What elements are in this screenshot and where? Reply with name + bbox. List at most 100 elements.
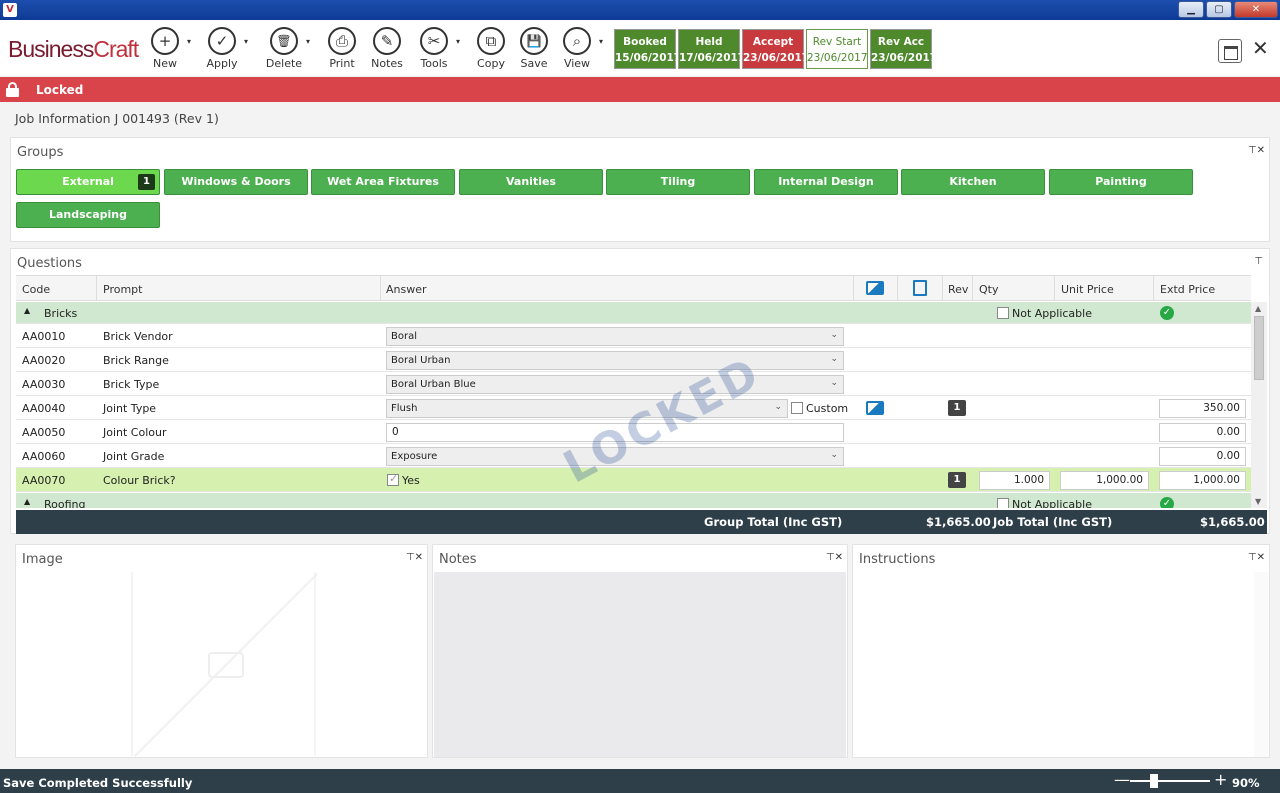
window-close-button[interactable]: ✕ — [1234, 1, 1278, 18]
pin-close-icon[interactable]: ⊤✕ — [406, 552, 423, 563]
table-row[interactable]: AA0030 Brick Type Boral Urban Blue ⌄ — [16, 372, 1251, 396]
notes-textarea[interactable] — [434, 572, 846, 757]
delete-dropdown-caret[interactable]: ▾ — [306, 37, 310, 46]
qty-field[interactable]: 1.000 — [979, 471, 1050, 490]
image-column-icon[interactable] — [866, 281, 884, 295]
questions-scrollbar[interactable]: ▲ ▼ — [1251, 302, 1267, 508]
custom-checkbox[interactable] — [791, 402, 803, 414]
close-form-icon[interactable]: ✕ — [1252, 36, 1269, 60]
group-kitchen[interactable]: Kitchen — [901, 169, 1045, 195]
apply-dropdown-caret[interactable]: ▾ — [244, 37, 248, 46]
col-prompt[interactable]: Prompt — [103, 283, 142, 296]
notes-icon: ✎ — [373, 27, 401, 55]
col-extd-price[interactable]: Extd Price — [1160, 283, 1215, 296]
group-painting[interactable]: Painting — [1049, 169, 1193, 195]
magnifier-icon: ⌕ — [563, 27, 591, 55]
col-code[interactable]: Code — [22, 283, 50, 296]
table-row[interactable]: AA0010 Brick Vendor Boral ⌄ — [16, 324, 1251, 348]
status-accept[interactable]: Accept 23/06/2017 — [742, 29, 809, 69]
notes-panel: Notes ⊤✕ — [432, 544, 848, 758]
new-dropdown-caret[interactable]: ▾ — [187, 37, 191, 46]
group-external[interactable]: External 1 — [16, 169, 160, 195]
view-button[interactable]: ⌕ View ▾ — [554, 27, 603, 70]
zoom-slider-track[interactable] — [1130, 780, 1210, 782]
col-unit-price[interactable]: Unit Price — [1061, 283, 1114, 296]
scroll-up-arrow[interactable]: ▲ — [1255, 304, 1261, 313]
delete-button[interactable]: 🗑 Delete ▾ — [261, 27, 310, 70]
new-button[interactable]: + New ▾ — [142, 27, 191, 70]
chevron-down-icon: ⌄ — [830, 378, 838, 388]
pin-close-icon[interactable]: ⊤✕ — [1248, 145, 1265, 156]
minimize-button[interactable]: ▁ — [1178, 1, 1204, 18]
copy-button[interactable]: ⧉ Copy — [468, 27, 514, 70]
rev-badge: 1 — [948, 472, 966, 488]
scroll-down-arrow[interactable]: ▼ — [1255, 497, 1261, 506]
notes-button[interactable]: ✎ Notes — [364, 27, 410, 70]
pin-close-icon[interactable]: ⊤✕ — [826, 552, 843, 563]
col-answer[interactable]: Answer — [386, 283, 427, 296]
status-rev-acc-date: 23/06/2017 — [871, 52, 938, 64]
col-rev[interactable]: Rev — [948, 283, 968, 296]
not-applicable-checkbox[interactable] — [997, 307, 1009, 319]
yes-checkbox[interactable] — [387, 472, 399, 486]
row-prompt: Joint Colour — [103, 426, 167, 439]
calendar-icon[interactable] — [1218, 39, 1242, 63]
instructions-title: Instructions — [859, 552, 936, 567]
view-dropdown-caret[interactable]: ▾ — [599, 37, 603, 46]
zoom-slider-thumb[interactable] — [1150, 774, 1158, 788]
row-code: AA0070 — [22, 474, 66, 487]
collapse-icon[interactable]: ▲ — [24, 306, 30, 315]
extd-price-field[interactable]: 0.00 — [1159, 423, 1246, 442]
not-applicable-label: Not Applicable — [1012, 307, 1092, 320]
status-rev-acc[interactable]: Rev Acc 23/06/2017 — [870, 29, 938, 69]
row-prompt: Brick Type — [103, 378, 160, 391]
document-column-icon[interactable] — [913, 280, 927, 296]
answer-select[interactable]: Boral Urban Blue ⌄ — [386, 375, 844, 394]
unit-price-field[interactable]: 1,000.00 — [1060, 471, 1149, 490]
notes-title: Notes — [439, 552, 477, 567]
group-total-label: Group Total (Inc GST) — [704, 515, 843, 529]
zoom-out-button[interactable]: — — [1114, 770, 1130, 789]
not-applicable-checkbox[interactable] — [997, 498, 1009, 508]
extd-price-field[interactable]: 350.00 — [1159, 399, 1246, 418]
tools-button[interactable]: ✂ Tools ▾ — [411, 27, 460, 70]
status-message: Save Completed Successfully — [3, 776, 193, 790]
plus-icon: + — [151, 27, 179, 55]
custom-label: Custom — [806, 402, 849, 415]
chevron-down-icon: ⌄ — [830, 354, 838, 364]
zoom-in-button[interactable]: + — [1214, 770, 1227, 789]
maximize-button[interactable]: ▢ — [1206, 1, 1232, 18]
status-held[interactable]: Held 17/06/2017 — [678, 29, 745, 69]
table-row[interactable]: AA0070 Colour Brick? Yes 1 1.000 1,000.0… — [16, 468, 1251, 492]
answer-value: Boral Urban — [391, 355, 451, 366]
extd-price-field[interactable]: 1,000.00 — [1159, 471, 1246, 490]
group-wet-area-fixtures[interactable]: Wet Area Fixtures — [311, 169, 455, 195]
collapse-icon[interactable]: ▲ — [24, 497, 30, 506]
status-rev-start[interactable]: Rev Start 23/06/2017 — [806, 29, 868, 69]
col-qty[interactable]: Qty — [979, 283, 998, 296]
section-row-bricks[interactable]: ▲ Bricks Not Applicable ✓ — [16, 302, 1251, 324]
status-booked[interactable]: Booked 15/06/2017 — [614, 29, 681, 69]
save-button[interactable]: 💾 Save — [511, 27, 557, 70]
answer-select[interactable]: Boral Urban ⌄ — [386, 351, 844, 370]
section-row-roofing[interactable]: ▲ Roofing Not Applicable ✓ — [16, 493, 1251, 508]
extd-price-field[interactable]: 0.00 — [1159, 447, 1246, 466]
group-windows-doors[interactable]: Windows & Doors — [164, 169, 308, 195]
pin-close-icon[interactable]: ⊤✕ — [1248, 552, 1265, 563]
row-prompt: Joint Grade — [103, 450, 165, 463]
apply-button[interactable]: ✓ Apply ▾ — [199, 27, 248, 70]
image-placeholder — [131, 572, 318, 757]
instructions-scrollbar[interactable] — [1254, 572, 1268, 757]
print-button[interactable]: ⎙ Print — [319, 27, 365, 70]
table-row[interactable]: AA0020 Brick Range Boral Urban ⌄ — [16, 348, 1251, 372]
group-vanities[interactable]: Vanities — [459, 169, 603, 195]
group-tiling[interactable]: Tiling — [606, 169, 750, 195]
group-internal-design[interactable]: Internal Design — [754, 169, 898, 195]
tools-dropdown-caret[interactable]: ▾ — [456, 37, 460, 46]
answer-select[interactable]: Boral ⌄ — [386, 327, 844, 346]
image-icon[interactable] — [866, 401, 884, 415]
group-landscaping[interactable]: Landscaping — [16, 202, 160, 228]
save-label: Save — [520, 57, 548, 70]
scroll-thumb[interactable] — [1254, 316, 1264, 380]
pin-icon[interactable]: ⊤ — [1254, 256, 1263, 267]
